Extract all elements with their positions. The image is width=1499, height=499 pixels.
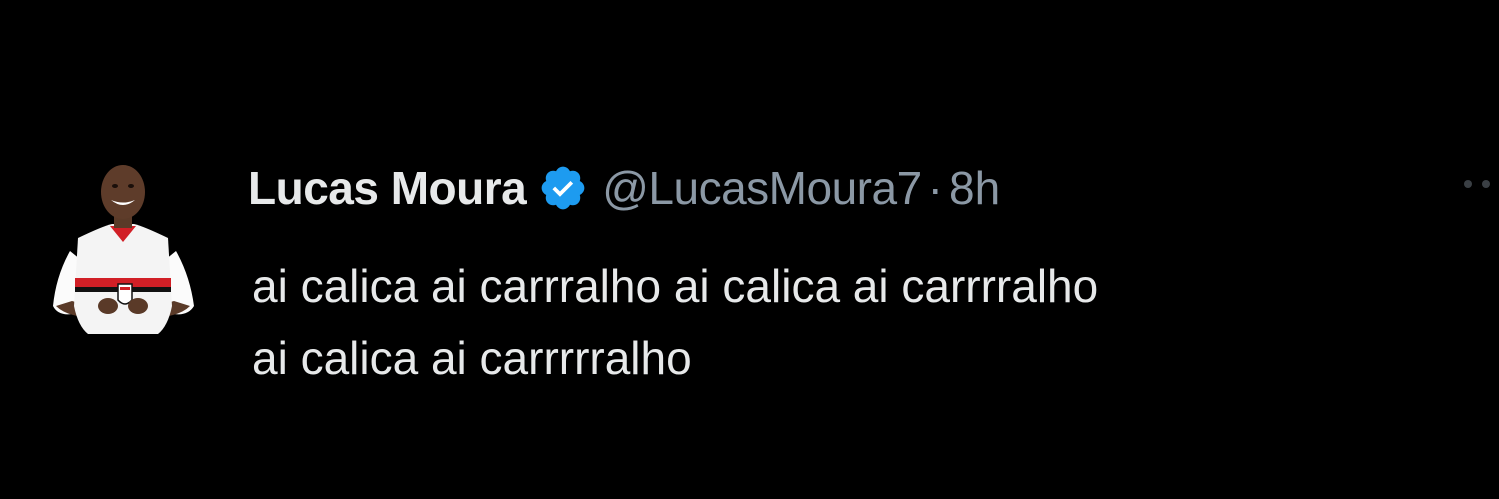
tweet-header: Lucas Moura @LucasMoura7 · 8h	[248, 160, 1000, 216]
user-handle[interactable]: @LucasMoura7	[602, 161, 922, 215]
more-dots-icon	[1464, 180, 1490, 188]
more-options-button[interactable]	[1458, 172, 1499, 196]
separator-dot: ·	[927, 162, 943, 214]
tweet-text: ai calica ai carrralho ai calica ai carr…	[252, 250, 1452, 394]
timestamp[interactable]: 8h	[949, 161, 1000, 215]
avatar[interactable]	[48, 156, 198, 336]
avatar-player-icon	[53, 165, 194, 334]
verified-badge-icon[interactable]	[538, 163, 588, 213]
tweet-text-line: ai calica ai carrralho ai calica ai carr…	[252, 260, 1099, 312]
tweet-card[interactable]: Lucas Moura @LucasMoura7 · 8h ai calica …	[0, 0, 1499, 499]
display-name[interactable]: Lucas Moura	[248, 161, 527, 215]
tweet-text-line: ai calica ai carrrrralho	[252, 332, 692, 384]
